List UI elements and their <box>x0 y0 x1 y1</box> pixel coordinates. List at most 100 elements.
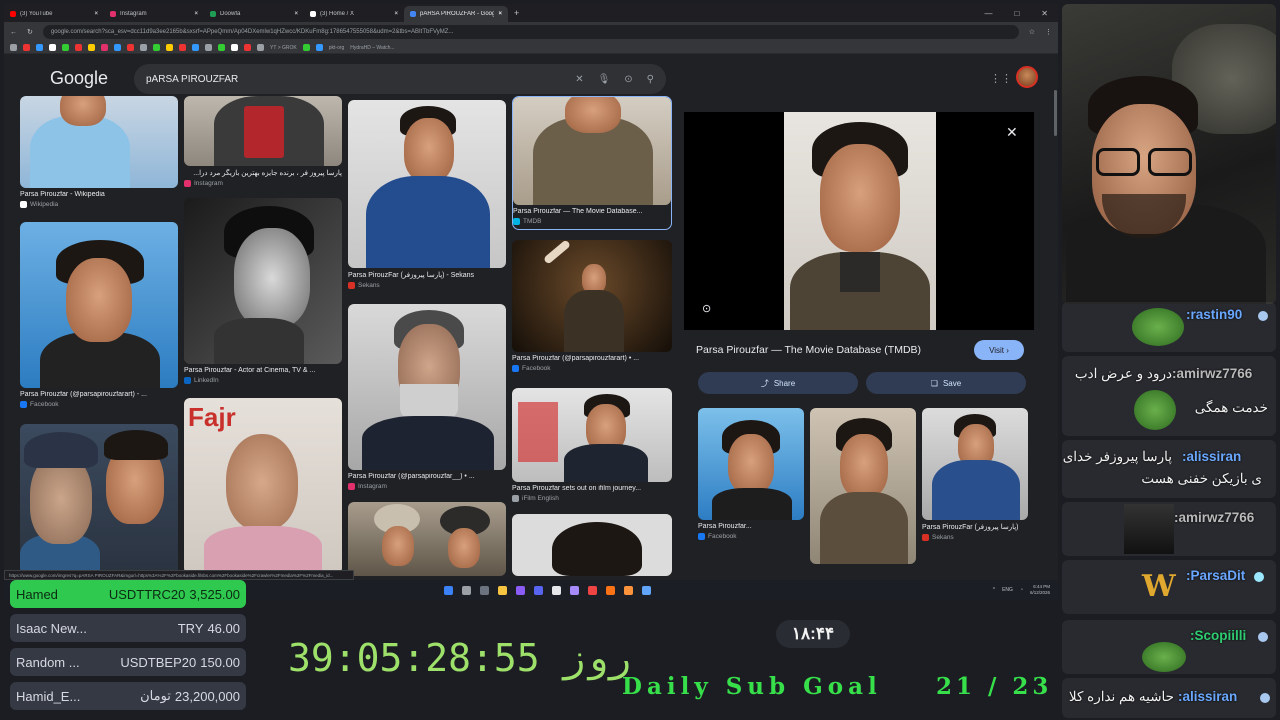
result-card-selected[interactable]: Parsa Pirouzfar — The Movie Database... … <box>512 96 672 230</box>
result-card[interactable]: Parsa Pirouzfar (@parsapirouzfarart) - .… <box>20 222 178 408</box>
app-icon[interactable] <box>588 585 597 595</box>
close-icon[interactable]: × <box>94 11 98 17</box>
result-card[interactable]: Parsa Pirouzfar (@parsapirouzfarart) • .… <box>512 240 672 372</box>
bookmark-pkt[interactable]: pkt-org <box>329 45 345 51</box>
folder-icon[interactable] <box>498 585 507 595</box>
brave-icon[interactable] <box>624 585 633 595</box>
avatar[interactable] <box>1016 66 1038 88</box>
bookmark-icon[interactable] <box>101 44 108 51</box>
new-tab-button[interactable]: + <box>508 8 519 18</box>
bookmark-icon[interactable] <box>231 44 238 51</box>
close-icon[interactable]: × <box>294 11 298 17</box>
visit-button[interactable]: Visit › <box>974 340 1024 360</box>
bookmark-icon[interactable] <box>192 44 199 51</box>
wifi-icon[interactable]: ◔ <box>1020 587 1023 593</box>
bookmark-icon[interactable] <box>140 44 147 51</box>
result-card[interactable]: Parsa Pirouzfar sets out on ifilm journe… <box>512 388 672 502</box>
bookmark-star-icon[interactable]: ☆ <box>1029 28 1035 36</box>
bookmark-icon[interactable] <box>153 44 160 51</box>
clock[interactable]: 6:44 PM 6/12/2026 <box>1030 584 1050 596</box>
chevron-up-icon[interactable]: ^ <box>993 587 995 593</box>
apps-grid-icon[interactable]: ⋮⋮ <box>990 72 1012 85</box>
scrollbar[interactable] <box>1054 90 1057 136</box>
result-image[interactable]: Fajr <box>184 398 342 574</box>
result-card[interactable]: پارسا پیروز فر ، برنده جایزه بهترین بازی… <box>184 96 342 187</box>
app-icon[interactable] <box>570 585 579 595</box>
maximize-icon[interactable]: □ <box>1014 9 1019 18</box>
bookmark-icon[interactable] <box>23 44 30 51</box>
save-button[interactable]: ❏ Save <box>866 372 1026 394</box>
result-card[interactable] <box>512 514 672 576</box>
preview-image[interactable]: ✕ ⊙ <box>684 112 1034 330</box>
x-icon[interactable] <box>552 585 561 595</box>
result-image[interactable] <box>348 304 506 470</box>
app-icon[interactable] <box>606 585 615 595</box>
bookmark-icon[interactable] <box>10 44 17 51</box>
close-icon[interactable]: × <box>498 11 502 17</box>
result-image[interactable] <box>348 502 506 576</box>
tab-youtube[interactable]: (3) YouTube × <box>4 6 104 22</box>
result-image[interactable] <box>513 97 671 205</box>
close-icon[interactable]: × <box>194 11 198 17</box>
result-image[interactable] <box>20 222 178 388</box>
lens-icon[interactable]: ⊙ <box>624 74 632 85</box>
microphone-icon[interactable]: 🎙 <box>598 74 611 85</box>
bookmark-icon[interactable] <box>166 44 173 51</box>
bookmark-icon[interactable] <box>114 44 121 51</box>
close-window-icon[interactable]: ✕ <box>1041 9 1048 18</box>
close-icon[interactable]: × <box>394 11 398 17</box>
close-icon[interactable]: ✕ <box>1006 124 1018 141</box>
discord-icon[interactable] <box>534 585 543 595</box>
result-card[interactable]: Parsa Pirouzfar - Actor at Cinema, TV & … <box>184 198 342 384</box>
bookmark-icon[interactable] <box>127 44 134 51</box>
language-indicator[interactable]: ENG <box>1002 587 1013 593</box>
bookmark-icon[interactable] <box>205 44 212 51</box>
result-card[interactable]: Parsa PirouzFar (پارسا پیروزفر) - Sekans… <box>348 100 506 289</box>
result-image[interactable] <box>184 198 342 364</box>
clear-icon[interactable]: ✕ <box>575 74 583 85</box>
result-image[interactable] <box>20 424 178 574</box>
related-image-card[interactable]: Parsa Pirouzfar... Facebook <box>698 408 804 540</box>
windows-start-icon[interactable] <box>444 585 453 595</box>
bookmark-icon[interactable] <box>36 44 43 51</box>
bookmark-icon[interactable] <box>179 44 186 51</box>
bookmark-icon[interactable] <box>75 44 82 51</box>
bookmark-icon[interactable] <box>315 44 323 51</box>
result-image[interactable] <box>512 514 672 576</box>
search-icon[interactable] <box>462 585 471 595</box>
bookmark-icon[interactable] <box>244 44 251 51</box>
result-card[interactable] <box>348 502 506 576</box>
task-view-icon[interactable] <box>480 585 489 595</box>
bookmark-grok[interactable]: YT > GROK <box>270 45 297 51</box>
result-image[interactable] <box>348 100 506 268</box>
result-card[interactable] <box>20 424 178 574</box>
result-card[interactable]: Fajr <box>184 398 342 574</box>
result-image[interactable] <box>512 388 672 482</box>
share-button[interactable]: ⤴ Share <box>698 372 858 394</box>
app-icon[interactable] <box>516 585 525 595</box>
bookmark-icon[interactable] <box>49 44 56 51</box>
related-image-card[interactable] <box>810 408 916 564</box>
result-image[interactable] <box>184 96 342 166</box>
tab-instagram[interactable]: Instagram × <box>104 6 204 22</box>
result-image[interactable] <box>512 240 672 352</box>
lens-icon[interactable]: ⊙ <box>702 302 711 315</box>
related-image-card[interactable]: Parsa PirouzFar (پارسا پیروزفر) Sekans <box>922 408 1028 541</box>
search-icon[interactable]: ⚲ <box>647 74 654 85</box>
search-input[interactable]: pARSA PIROUZFAR <box>146 74 575 85</box>
bookmark-icon[interactable] <box>62 44 69 51</box>
bookmark-icon[interactable] <box>218 44 225 51</box>
preview-title[interactable]: Parsa Pirouzfar — The Movie Database (TM… <box>696 344 921 356</box>
bookmark-icon[interactable] <box>88 44 95 51</box>
url-field[interactable]: google.com/search?sca_esv=dcc11d9a3ee216… <box>42 25 1019 39</box>
reload-icon[interactable]: ↻ <box>27 28 33 36</box>
google-logo[interactable]: Google <box>50 68 108 89</box>
back-icon[interactable]: ← <box>10 29 17 36</box>
minimize-icon[interactable]: — <box>984 9 992 18</box>
app-icon[interactable] <box>642 585 651 595</box>
tab-doowfa[interactable]: Doowfa × <box>204 6 304 22</box>
result-image[interactable] <box>20 96 178 188</box>
result-card[interactable]: Parsa Pirouzfar - Wikipedia Wikipedia <box>20 96 178 208</box>
tab-google-search[interactable]: pARSA PIROUZFAR - Google Se...× <box>404 6 508 22</box>
bookmark-icon[interactable] <box>302 44 310 51</box>
